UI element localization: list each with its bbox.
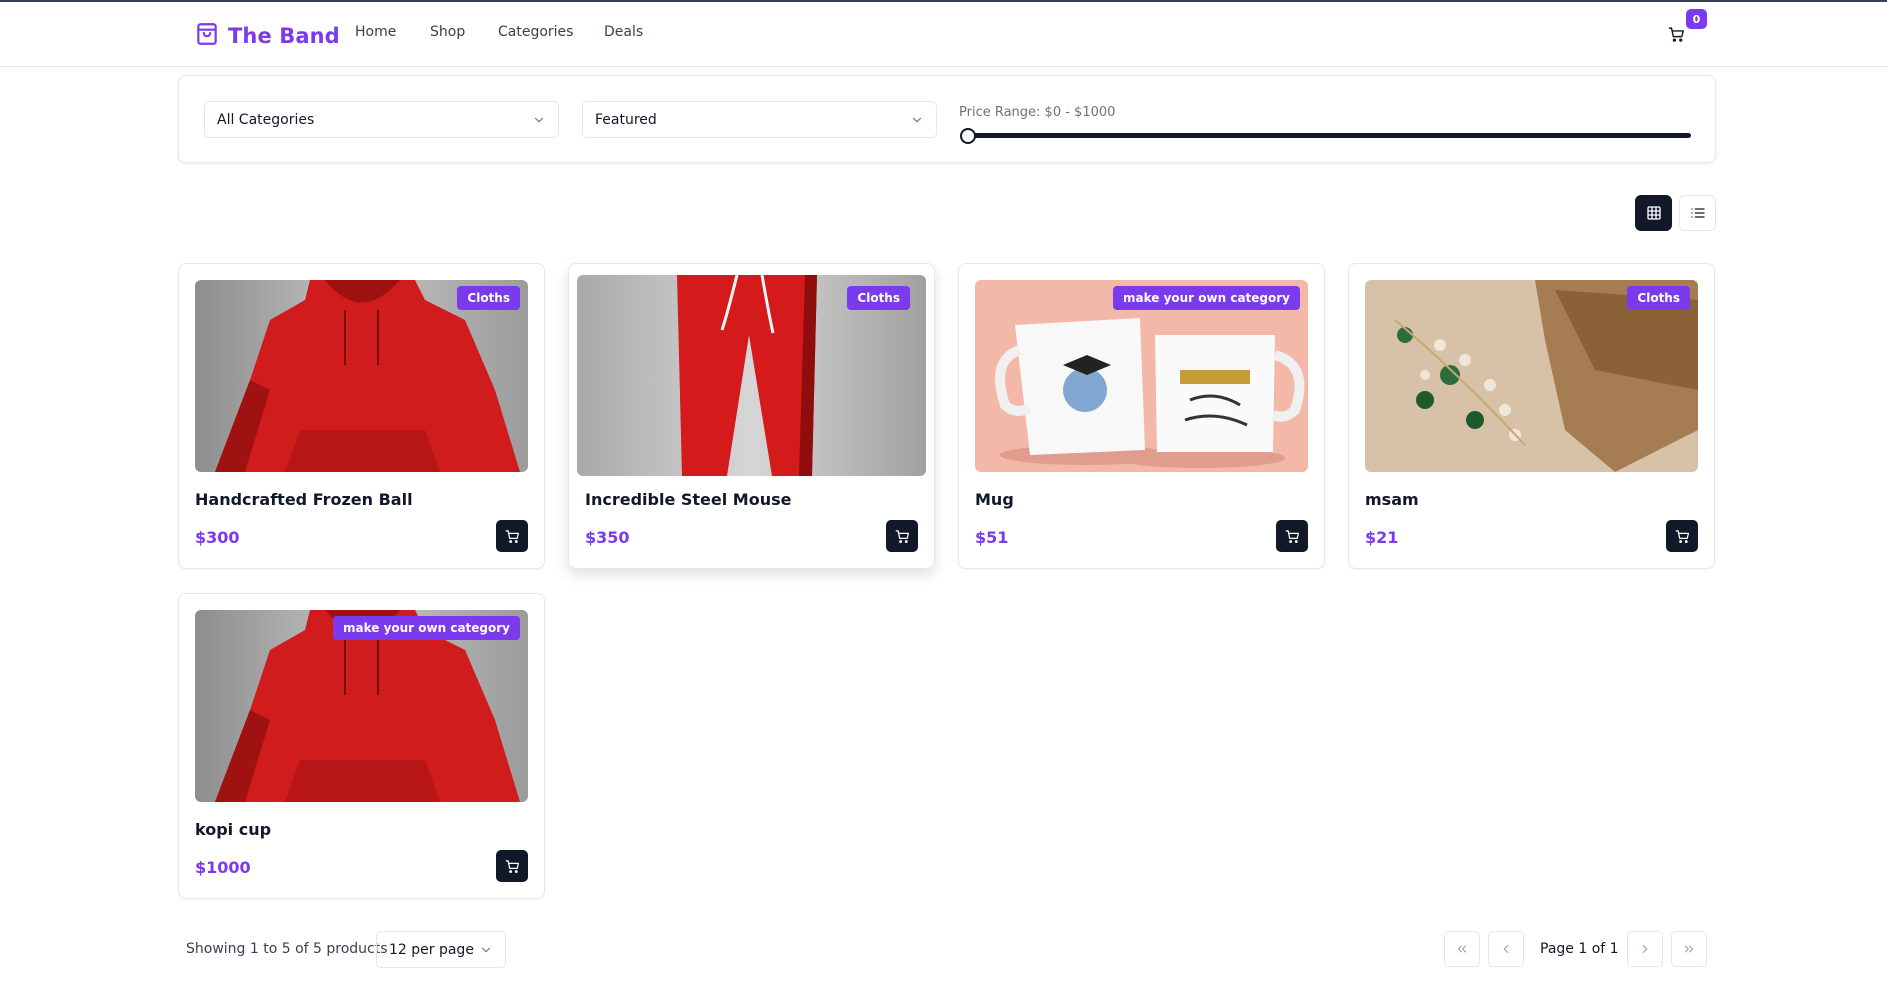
category-badge: Cloths: [847, 286, 910, 310]
category-badge: Cloths: [1627, 286, 1690, 310]
product-price: $300: [195, 528, 240, 547]
nav-link-shop[interactable]: Shop: [430, 24, 465, 40]
sort-select[interactable]: Featured: [582, 101, 937, 138]
category-badge: Cloths: [457, 286, 520, 310]
list-icon: [1690, 208, 1705, 218]
cart-count-badge: 0: [1686, 9, 1707, 29]
site-header: The Band Home Shop Categories Deals 0: [0, 2, 1887, 67]
product-price: $51: [975, 528, 1009, 547]
page-indicator: Page 1 of 1: [1540, 941, 1619, 957]
brand-name: The Band: [228, 24, 340, 48]
cart-icon: [505, 529, 519, 543]
cart-icon: [1285, 529, 1299, 543]
add-to-cart-button[interactable]: [496, 520, 528, 552]
chevron-down-icon: [481, 947, 491, 953]
category-badge: make your own category: [1113, 286, 1300, 310]
add-to-cart-button[interactable]: [1666, 520, 1698, 552]
add-to-cart-button[interactable]: [1276, 520, 1308, 552]
category-badge: make your own category: [333, 616, 520, 640]
last-page-button[interactable]: [1671, 931, 1707, 967]
chevron-left-icon: [1503, 944, 1509, 954]
nav-link-categories[interactable]: Categories: [498, 24, 573, 40]
product-name[interactable]: kopi cup: [195, 820, 271, 839]
product-card[interactable]: Cloths msam $21: [1348, 263, 1715, 569]
per-page-value: 12 per page: [389, 941, 474, 958]
product-card[interactable]: make your own category kopi cup $1000: [178, 593, 545, 899]
cart-icon: [1675, 529, 1689, 543]
brand-logo-link[interactable]: The Band: [194, 21, 340, 51]
add-to-cart-button[interactable]: [886, 520, 918, 552]
add-to-cart-button[interactable]: [496, 850, 528, 882]
product-card[interactable]: make your own category Mug $51: [958, 263, 1325, 569]
next-page-button[interactable]: [1627, 931, 1663, 967]
chevron-down-icon: [912, 117, 922, 123]
product-name[interactable]: msam: [1365, 490, 1419, 509]
product-price: $21: [1365, 528, 1399, 547]
cart-icon: [505, 859, 519, 873]
product-price: $1000: [195, 858, 251, 877]
price-range-thumb[interactable]: [960, 128, 976, 144]
price-range-slider[interactable]: [966, 133, 1691, 138]
previous-page-button[interactable]: [1488, 931, 1524, 967]
sort-select-value: Featured: [595, 111, 657, 128]
product-card[interactable]: Cloths Handcrafted Frozen Ball $300: [178, 263, 545, 569]
per-page-select[interactable]: 12 per page: [376, 931, 506, 968]
first-page-button[interactable]: [1444, 931, 1480, 967]
product-card[interactable]: Cloths Incredible Steel Mouse $350: [568, 263, 935, 569]
chevrons-left-icon: [1457, 945, 1467, 953]
product-name[interactable]: Handcrafted Frozen Ball: [195, 490, 413, 509]
nav-link-deals[interactable]: Deals: [604, 24, 643, 40]
chevron-right-icon: [1642, 944, 1648, 954]
category-select-value: All Categories: [217, 111, 315, 128]
grid-view-button[interactable]: [1635, 195, 1672, 231]
product-price: $350: [585, 528, 630, 547]
grid-icon: [1646, 206, 1661, 220]
product-name[interactable]: Mug: [975, 490, 1014, 509]
nav-link-home[interactable]: Home: [355, 24, 396, 40]
cart-icon: [895, 529, 909, 543]
filter-panel: All Categories Featured Price Range: $0 …: [178, 75, 1716, 163]
cart-button[interactable]: [1664, 24, 1688, 48]
product-name[interactable]: Incredible Steel Mouse: [585, 490, 791, 509]
category-select[interactable]: All Categories: [204, 101, 559, 138]
cart-icon: [1668, 26, 1685, 47]
results-count-text: Showing 1 to 5 of 5 products: [186, 941, 388, 957]
chevron-down-icon: [534, 117, 544, 123]
price-range-label: Price Range: $0 - $1000: [959, 105, 1116, 120]
shopping-bag-icon: [194, 21, 220, 51]
list-view-button[interactable]: [1679, 195, 1716, 231]
chevrons-right-icon: [1684, 945, 1694, 953]
